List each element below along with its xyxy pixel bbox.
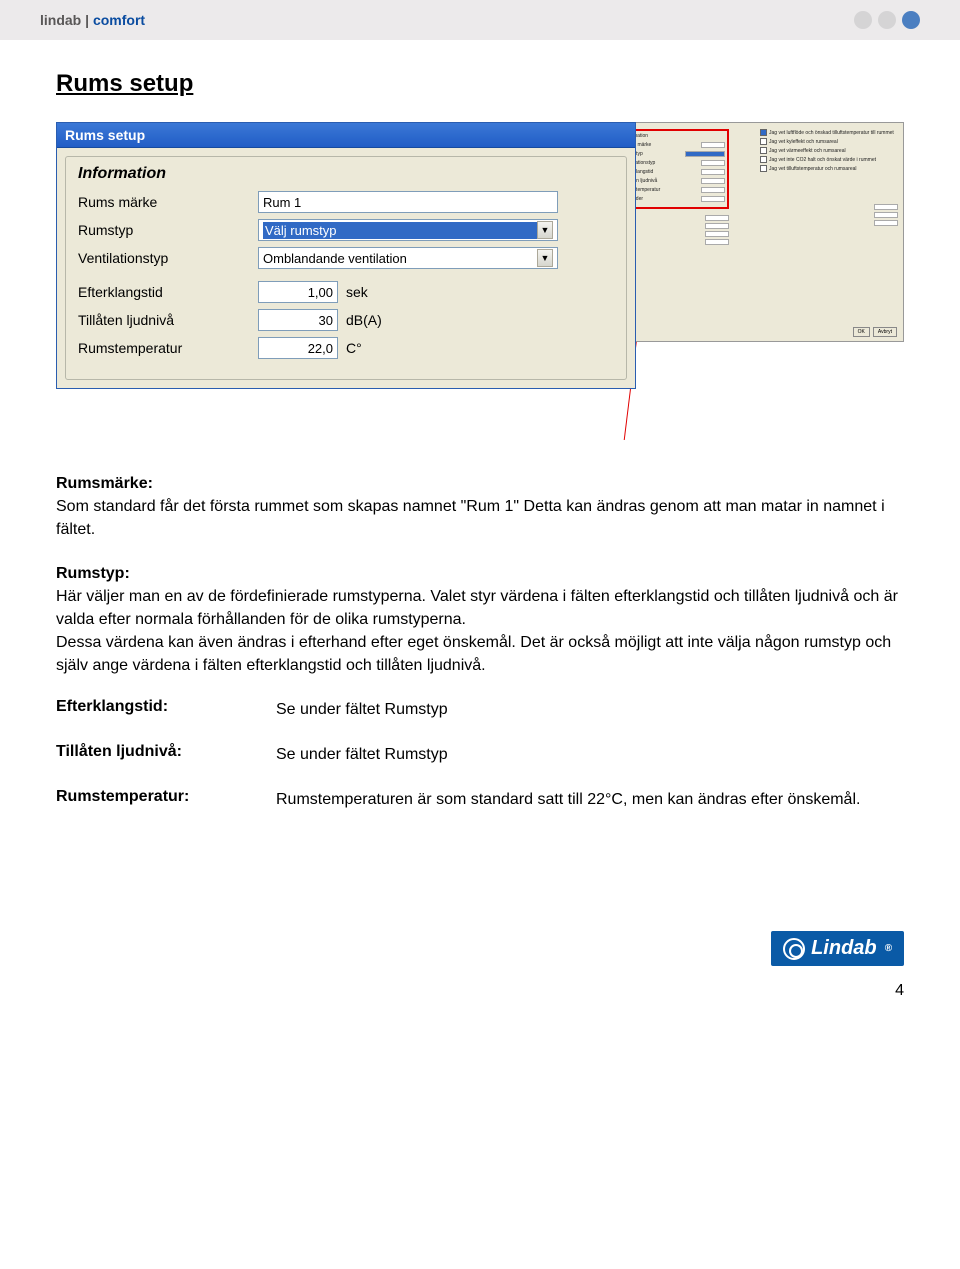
page-header: lindab | comfort <box>0 0 960 40</box>
label-rums-marke: Rums märke <box>78 194 258 210</box>
desc-rumstyp: Rumstyp: Här väljer man en av de fördefi… <box>56 562 904 678</box>
input-tillaten-ljudniva[interactable] <box>258 309 338 331</box>
desc-rumsmarke: Rumsmärke: Som standard får det första r… <box>56 472 904 542</box>
thumb-check: Jag vet kyleffekt och rumsareal <box>760 138 898 146</box>
lindab-logo: Lindab® <box>771 931 904 966</box>
desc-rumsmarke-title: Rumsmärke: <box>56 475 153 492</box>
thumbnail-dialog: Information Rums märke Rumstyp Ventilati… <box>614 122 904 342</box>
row-rums-marke: Rums märke <box>78 191 614 213</box>
desc-table: Efterklangstid: Se under fältet Rumstyp … <box>56 698 904 812</box>
label-rumstyp: Rumstyp <box>78 222 258 238</box>
select-rumstyp[interactable]: Välj rumstyp ▼ <box>258 219 558 241</box>
row-rumstyp: Rumstyp Välj rumstyp ▼ <box>78 219 614 241</box>
chevron-down-icon: ▼ <box>537 221 553 239</box>
brand-separator: | <box>85 12 89 28</box>
unit-rumstemperatur: C° <box>346 340 362 356</box>
rums-setup-dialog: Rums setup Information Rums märke Rumsty… <box>56 122 636 389</box>
row-tillaten-label: Tillåten ljudnivå: <box>56 743 276 766</box>
screenshot-composite: Rums setup Information Rums märke Rumsty… <box>56 122 904 442</box>
page-title: Rums setup <box>56 70 904 98</box>
select-ventilationstyp[interactable]: Omblandande ventilation ▼ <box>258 247 558 269</box>
row-efterklangstid-value: Se under fältet Rumstyp <box>276 698 904 721</box>
label-rumstemperatur: Rumstemperatur <box>78 340 258 356</box>
footer: Lindab® <box>56 931 904 966</box>
logo-text: Lindab <box>811 937 877 960</box>
dot-icon <box>878 11 896 29</box>
input-rumstemperatur[interactable] <box>258 337 338 359</box>
unit-tillaten-ljudniva: dB(A) <box>346 312 382 328</box>
dialog-titlebar: Rums setup <box>57 123 635 148</box>
label-tillaten-ljudniva: Tillåten ljudnivå <box>78 312 258 328</box>
row-rumstemperatur: Rumstemperatur C° <box>78 337 614 359</box>
information-groupbox: Information Rums märke Rumstyp Välj rums… <box>65 156 627 380</box>
desc-rumstyp-body: Här väljer man en av de fördefinierade r… <box>56 585 904 678</box>
label-efterklangstid: Efterklangstid <box>78 284 258 300</box>
thumb-cancel-button[interactable]: Avbryt <box>873 327 897 337</box>
brand-block: lindab | comfort <box>40 12 145 28</box>
select-ventilationstyp-value: Omblandande ventilation <box>263 251 537 266</box>
chevron-down-icon: ▼ <box>537 249 553 267</box>
row-efterklangstid: Efterklangstid sek <box>78 281 614 303</box>
input-rums-marke[interactable] <box>258 191 558 213</box>
logo-swirl-icon <box>783 938 805 960</box>
row-tillaten-ljudniva: Tillåten ljudnivå dB(A) <box>78 309 614 331</box>
page-number: 4 <box>56 982 904 1000</box>
select-rumstyp-value: Välj rumstyp <box>263 222 537 239</box>
brand-section: comfort <box>93 12 145 28</box>
input-efterklangstid[interactable] <box>258 281 338 303</box>
thumb-buttons: OK Avbryt <box>853 327 897 337</box>
desc-rumsmarke-body: Som standard får det första rummet som s… <box>56 495 904 541</box>
thumb-check: Jag vet tilluftstemperatur och rumsareal <box>760 165 898 173</box>
thumb-ok-button[interactable]: OK <box>853 327 870 337</box>
row-tillaten-value: Se under fältet Rumstyp <box>276 743 904 766</box>
label-ventilationstyp: Ventilationstyp <box>78 250 258 266</box>
brand-name: lindab <box>40 12 81 28</box>
row-rumstemp-value: Rumstemperaturen är som standard satt ti… <box>276 788 904 811</box>
thumb-check: Jag vet värmeeffekt och rumsareal <box>760 147 898 155</box>
thumb-check: Jag vet luftflöde och önskad tilluftstem… <box>760 129 898 137</box>
desc-rumstyp-title: Rumstyp: <box>56 565 130 582</box>
thumb-check: Jag vet inte CO2 halt och önskat värde i… <box>760 156 898 164</box>
row-rumstemp-label: Rumstemperatur: <box>56 788 276 811</box>
dot-icon <box>854 11 872 29</box>
group-title: Information <box>78 165 614 183</box>
decorative-dots <box>854 11 920 29</box>
dot-icon <box>902 11 920 29</box>
thumb-right-panel: Jag vet luftflöde och önskad tilluftstem… <box>760 129 898 228</box>
row-ventilationstyp: Ventilationstyp Omblandande ventilation … <box>78 247 614 269</box>
unit-efterklangstid: sek <box>346 284 368 300</box>
row-efterklangstid-label: Efterklangstid: <box>56 698 276 721</box>
